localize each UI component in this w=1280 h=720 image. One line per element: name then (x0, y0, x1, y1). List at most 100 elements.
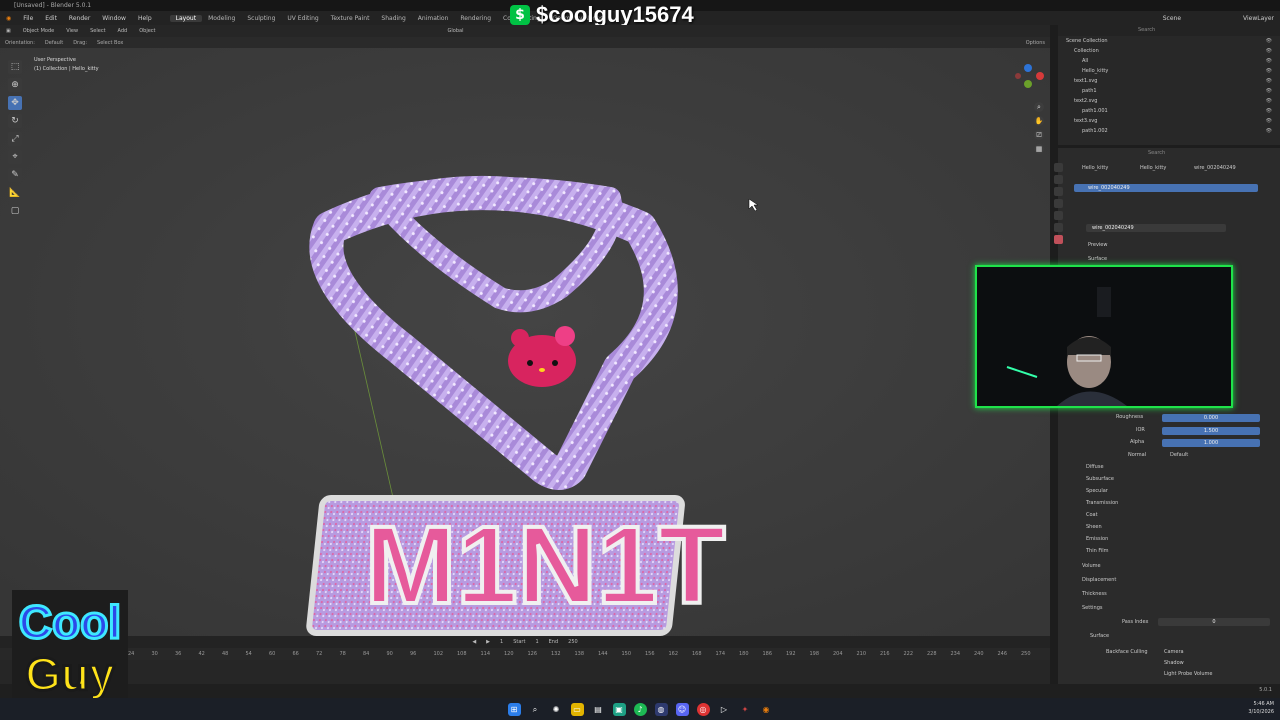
outliner-item[interactable]: path1.001 👁 (1058, 106, 1280, 116)
tray-time[interactable]: 5:46 AM (1248, 700, 1274, 708)
light-probe-checkbox[interactable]: Light Probe Volume (1164, 671, 1212, 677)
menu-help[interactable]: Help (132, 15, 158, 22)
visibility-eye-icon[interactable]: 👁 (1266, 86, 1272, 96)
rotate-tool-icon[interactable]: ↻ (8, 114, 22, 128)
blender-logo-icon[interactable]: ◉ (0, 15, 17, 22)
tab-layout[interactable]: Layout (169, 14, 203, 22)
zoom-icon[interactable]: ⌕ (1034, 102, 1044, 112)
surface-subsection[interactable]: Surface (1090, 633, 1109, 639)
transform-tool-icon[interactable]: ⌖ (8, 150, 22, 164)
tab-uv-editing[interactable]: UV Editing (281, 15, 324, 22)
visibility-eye-icon[interactable]: 👁 (1266, 46, 1272, 56)
tray-date[interactable]: 3/10/2026 (1248, 708, 1274, 716)
pass-index-field[interactable]: 0 (1158, 618, 1270, 626)
visibility-eye-icon[interactable]: 👁 (1266, 116, 1272, 126)
section-surface[interactable]: Surface (1088, 256, 1107, 262)
outliner-item[interactable]: All 👁 (1058, 56, 1280, 66)
outliner-item[interactable]: text3.svg 👁 (1058, 116, 1280, 126)
visibility-eye-icon[interactable]: 👁 (1266, 126, 1272, 136)
obs-icon[interactable]: ◍ (654, 702, 668, 716)
view-layer-selector[interactable]: ViewLayer (1237, 15, 1280, 22)
capture-icon[interactable]: ✦ (739, 703, 752, 716)
app-icon[interactable]: ▣ (612, 702, 626, 716)
menu-object[interactable]: Object (133, 28, 161, 34)
outliner-item[interactable]: Collection 👁 (1058, 46, 1280, 56)
outliner-item[interactable]: Scene Collection 👁 (1058, 36, 1280, 46)
tab-modeling[interactable]: Modeling (202, 15, 241, 22)
visibility-eye-icon[interactable]: 👁 (1266, 106, 1272, 116)
drag-value[interactable]: Select Box (92, 40, 128, 46)
search-icon[interactable]: ⌕ (529, 703, 542, 716)
section-header[interactable]: Thickness (1082, 591, 1107, 597)
end-value[interactable]: 250 (568, 639, 578, 645)
grid-toggle-icon[interactable]: ▦ (1034, 144, 1044, 154)
menu-add[interactable]: Add (112, 28, 134, 34)
subsection-header[interactable]: Coat (1086, 512, 1098, 518)
material-name-field[interactable]: wire_002040249 (1086, 224, 1226, 232)
subsection-header[interactable]: Subsurface (1086, 476, 1114, 482)
subsection-header[interactable]: Thin Film (1086, 548, 1109, 554)
modifier-tab-icon[interactable] (1054, 223, 1063, 232)
material-slot[interactable]: wire_002040249 (1074, 184, 1258, 192)
subsection-header[interactable]: Diffuse (1086, 464, 1104, 470)
select-box-tool-icon[interactable]: ⬚ (8, 60, 22, 74)
options-button[interactable]: Options (1021, 40, 1050, 46)
section-header[interactable]: Displacement (1082, 577, 1116, 583)
subsection-header[interactable]: Emission (1086, 536, 1108, 542)
play-icon[interactable]: ▶ (486, 639, 490, 645)
tool-tab-icon[interactable] (1054, 163, 1063, 172)
scale-tool-icon[interactable]: ⤢ (8, 132, 22, 146)
play-reverse-icon[interactable]: ◀ (472, 639, 476, 645)
render-tab-icon[interactable] (1054, 175, 1063, 184)
discord-icon[interactable]: ☺ (675, 702, 689, 716)
orientation-value[interactable]: Default (40, 40, 68, 46)
measure-tool-icon[interactable]: 📐 (8, 186, 22, 200)
notepad-icon[interactable]: ▤ (592, 703, 605, 716)
pan-hand-icon[interactable]: ✋ (1034, 116, 1044, 126)
add-cube-tool-icon[interactable]: ▢ (8, 204, 22, 218)
file-explorer-icon[interactable]: ▭ (570, 702, 584, 716)
normal-value[interactable]: Default (1170, 452, 1188, 458)
tab-texture-paint[interactable]: Texture Paint (325, 15, 376, 22)
blender-taskbar-icon[interactable]: ◉ (760, 703, 773, 716)
menu-window[interactable]: Window (96, 15, 132, 22)
outliner-item[interactable]: text2.svg 👁 (1058, 96, 1280, 106)
output-tab-icon[interactable] (1054, 187, 1063, 196)
scene-selector[interactable]: Scene (1157, 15, 1187, 22)
tab-shading[interactable]: Shading (375, 15, 411, 22)
outliner-item[interactable]: Hello_kitty 👁 (1058, 66, 1280, 76)
menu-view[interactable]: View (60, 28, 84, 34)
timeline-ruler[interactable]: 24 30 36 42 48 54 60 66 72 78 84 90 96 102 108 114 120 12… (0, 648, 1050, 660)
menu-select[interactable]: Select (84, 28, 111, 34)
alpha-field[interactable]: 1.000 (1162, 439, 1260, 447)
roughness-field[interactable]: 0.000 (1162, 414, 1260, 422)
tab-animation[interactable]: Animation (412, 15, 455, 22)
move-tool-icon[interactable]: ✥ (8, 96, 22, 110)
section-header[interactable]: Settings (1082, 605, 1103, 611)
visibility-eye-icon[interactable]: 👁 (1266, 76, 1272, 86)
3d-viewport[interactable]: M1N1T (0, 48, 1050, 636)
properties-search[interactable]: Search (1148, 150, 1165, 156)
media-icon[interactable]: ▷ (718, 703, 731, 716)
subsection-header[interactable]: Transmission (1086, 500, 1118, 506)
windows-start-icon[interactable]: ⊞ (507, 702, 521, 716)
object-tab-icon[interactable] (1054, 211, 1063, 220)
tab-rendering[interactable]: Rendering (454, 15, 497, 22)
widgets-icon[interactable]: ✺ (550, 703, 563, 716)
outliner-item[interactable]: text1.svg 👁 (1058, 76, 1280, 86)
mode-selector[interactable]: Object Mode (17, 28, 61, 34)
material-tab-icon[interactable] (1054, 235, 1063, 244)
camera-view-icon[interactable]: ⎚ (1034, 130, 1044, 140)
start-value[interactable]: 1 (535, 639, 538, 645)
section-preview[interactable]: Preview (1088, 242, 1107, 248)
editor-type-icon[interactable]: ▣ (0, 28, 17, 34)
outliner-search[interactable]: Search (1138, 27, 1155, 33)
spotify-icon[interactable]: ♪ (633, 702, 647, 716)
current-frame[interactable]: 1 (500, 639, 503, 645)
cursor-tool-icon[interactable]: ⊕ (8, 78, 22, 92)
scene-tab-icon[interactable] (1054, 199, 1063, 208)
navigation-gizmo[interactable] (1010, 56, 1046, 96)
annotate-tool-icon[interactable]: ✎ (8, 168, 22, 182)
visibility-eye-icon[interactable]: 👁 (1266, 96, 1272, 106)
outliner-item[interactable]: path1.002 👁 (1058, 126, 1280, 136)
